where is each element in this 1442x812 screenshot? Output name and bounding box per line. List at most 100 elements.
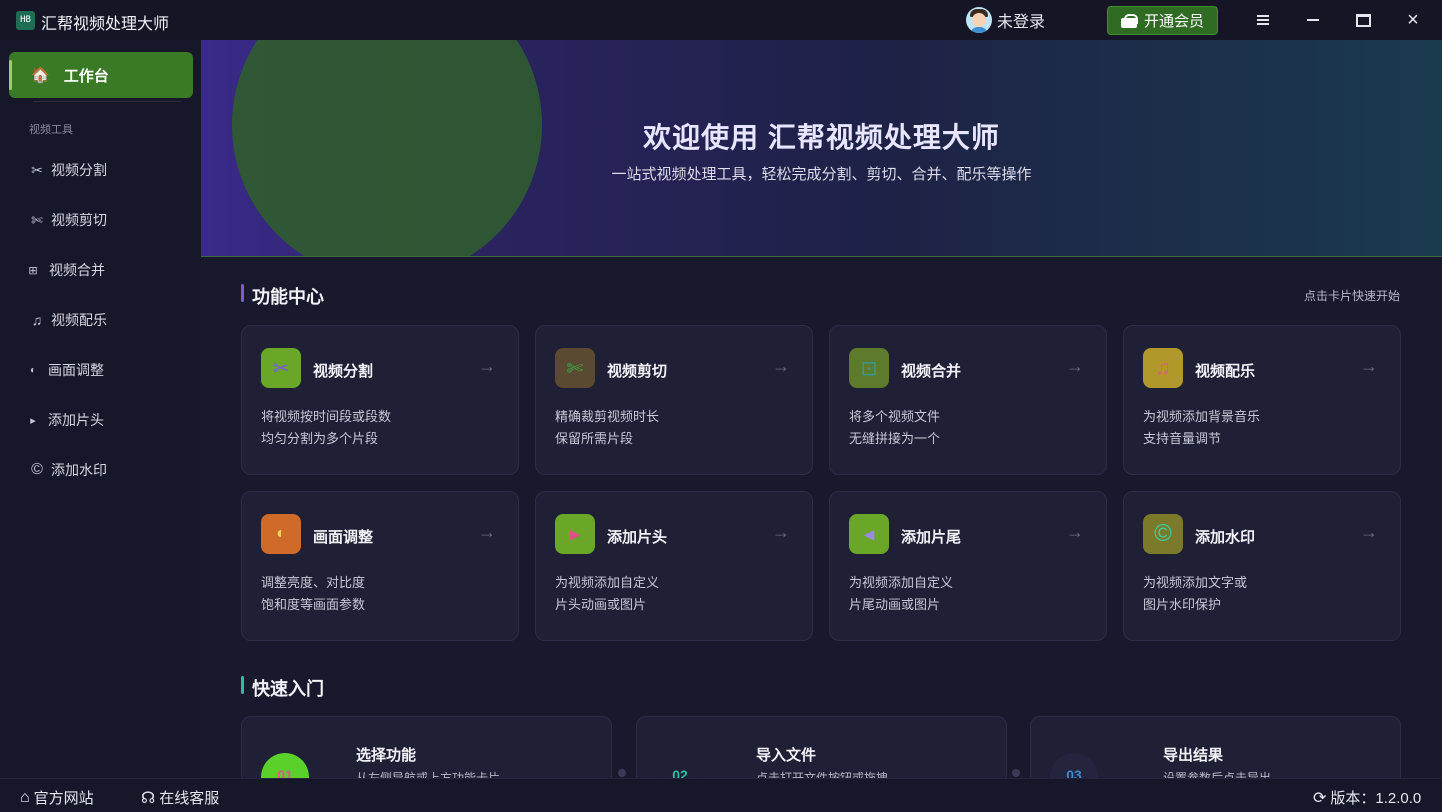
card-title: 视频分割 (313, 363, 374, 380)
rewind-icon: ◀ (849, 514, 889, 554)
sidebar: 🏠 工作台 视频工具 ✂ 视频分割 ✄ 视频剪切 ⊞ 视频合并 ♫ 视频配乐 ◐… (0, 40, 201, 778)
sidebar-item-merge[interactable]: ⊞ 视频合并 (0, 250, 201, 290)
vip-button-label: 开通会员 (1143, 13, 1204, 30)
sidebar-item-label: 视频分割 (51, 162, 107, 178)
feature-card-outro[interactable]: ◀ 添加片尾 → 为视频添加自定义 片尾动画或图片 (829, 491, 1107, 641)
card-description: 将多个视频文件 无缝拼接为一个 (849, 409, 941, 446)
card-description: 为视频添加自定义 片头动画或图片 (555, 575, 660, 612)
home-icon: 🏠 (31, 67, 50, 84)
sidebar-item-adjust[interactable]: ◐ 画面调整 (0, 350, 201, 390)
feature-card-watermark[interactable]: © 添加水印 → 为视频添加文字或 图片水印保护 (1123, 491, 1401, 641)
maximize-button[interactable] (1346, 6, 1380, 34)
sidebar-item-watermark[interactable]: © 添加水印 (0, 450, 201, 490)
arrow-right-icon: → (772, 356, 790, 376)
cut-icon: ✄ (31, 211, 43, 228)
sidebar-item-label: 视频合并 (49, 262, 105, 278)
card-title: 添加片头 (607, 529, 668, 546)
step-number: 03 (1050, 753, 1098, 778)
sidebar-item-label: 工作台 (63, 67, 109, 85)
card-title: 添加水印 (1195, 529, 1256, 546)
vip-icon (1120, 13, 1138, 28)
vip-button[interactable]: 开通会员 (1107, 6, 1218, 35)
version-label: 版本：1.2.0.0 (1330, 790, 1422, 807)
card-description: 为视频添加自定义 片尾动画或图片 (849, 575, 954, 612)
main-content: 欢迎使用 汇帮视频处理大师 一站式视频处理工具，轻松完成分割、剪切、合并、配乐等… (201, 40, 1442, 778)
sidebar-item-split[interactable]: ✂ 视频分割 (0, 150, 201, 190)
user-label[interactable]: 未登录 (997, 8, 1045, 32)
feature-card-intro[interactable]: ▶ 添加片头 → 为视频添加自定义 片头动画或图片 (535, 491, 813, 641)
sidebar-item-label: 画面调整 (48, 362, 104, 378)
avatar-icon[interactable] (966, 7, 992, 33)
copyright-icon: © (1143, 514, 1183, 554)
card-description: 为视频添加背景音乐 支持音量调节 (1143, 409, 1261, 446)
scissors-icon: ✂ (261, 348, 301, 388)
section-accent-bar (241, 676, 244, 694)
step-number: 01 (261, 753, 309, 778)
step-connector (618, 769, 626, 777)
section-accent-bar (241, 284, 244, 302)
sidebar-item-cut[interactable]: ✄ 视频剪切 (0, 200, 201, 240)
title-bar: HB 汇帮视频处理大师 未登录 开通会员 × (0, 0, 1442, 40)
quickstart-title: 快速入门 (252, 679, 324, 699)
sidebar-item-intro[interactable]: ▸ 添加片头 (0, 400, 201, 440)
card-title: 视频合并 (901, 363, 962, 380)
sidebar-item-workbench[interactable]: 🏠 工作台 (9, 52, 193, 98)
step-card-2: 02 导入文件 点击打开文件按钮或拖拽 (636, 716, 1007, 778)
hero-title: 欢迎使用 汇帮视频处理大师 (643, 122, 1000, 153)
card-description: 为视频添加文字或 图片水印保护 (1143, 575, 1248, 612)
arrow-right-icon: → (1066, 356, 1084, 376)
user-login[interactable]: 未登录 (966, 7, 1045, 33)
feature-card-music[interactable]: ♫ 视频配乐 → 为视频添加背景音乐 支持音量调节 (1123, 325, 1401, 475)
sidebar-item-label: 视频配乐 (51, 312, 107, 328)
scissors-icon: ✂ (31, 161, 43, 178)
arrow-right-icon: → (1360, 522, 1378, 542)
card-title: 视频配乐 (1195, 363, 1256, 380)
active-marker (9, 60, 12, 90)
version-info[interactable]: ⟳ 版本：1.2.0.0 (1313, 787, 1421, 808)
step-connector (1012, 769, 1020, 777)
headset-icon: ☊ (141, 789, 156, 807)
arrow-right-icon: → (772, 522, 790, 542)
menu-button[interactable] (1246, 6, 1280, 34)
music-icon: ♫ (1143, 348, 1183, 388)
step-title: 导入文件 (756, 747, 817, 764)
refresh-icon: ⟳ (1313, 789, 1327, 807)
hero-subtitle: 一站式视频处理工具，轻松完成分割、剪切、合并、配乐等操作 (611, 166, 1032, 183)
card-title: 画面调整 (313, 529, 374, 546)
arrow-right-icon: → (1360, 356, 1378, 376)
arrow-right-icon: → (478, 356, 496, 376)
maximize-icon (1355, 13, 1371, 27)
card-title: 添加片尾 (901, 529, 962, 546)
card-description: 调整亮度、对比度 饱和度等画面参数 (261, 575, 366, 612)
step-description: 设置参数后点击导出 (1163, 771, 1272, 778)
step-description: 从左侧导航或上方功能卡片 (356, 771, 501, 778)
website-link[interactable]: ⌂ 官方网站 (20, 787, 94, 808)
feature-card-merge[interactable]: ⊡ 视频合并 → 将多个视频文件 无缝拼接为一个 (829, 325, 1107, 475)
step-card-1: 01 选择功能 从左侧导航或上方功能卡片 (241, 716, 612, 778)
feature-card-cut[interactable]: ✄ 视频剪切 → 精确裁剪视频时长 保留所需片段 (535, 325, 813, 475)
features-title: 功能中心 (252, 287, 324, 307)
feature-card-split[interactable]: ✂ 视频分割 → 将视频按时间段或段数 均匀分割为多个片段 (241, 325, 519, 475)
menu-icon (1257, 15, 1269, 25)
cut-icon: ✄ (555, 348, 595, 388)
sidebar-item-music[interactable]: ♫ 视频配乐 (0, 300, 201, 340)
feature-card-adjust[interactable]: ◐ 画面调整 → 调整亮度、对比度 饱和度等画面参数 (241, 491, 519, 641)
card-description: 精确裁剪视频时长 保留所需片段 (555, 409, 660, 446)
app-logo-icon: HB (16, 11, 35, 30)
card-title: 视频剪切 (607, 363, 668, 380)
copyright-icon: © (31, 461, 43, 478)
support-link[interactable]: ☊ 在线客服 (141, 787, 219, 808)
close-button[interactable]: × (1396, 6, 1430, 34)
play-icon: ▶ (555, 514, 595, 554)
home-icon: ⌂ (20, 788, 30, 806)
sidebar-item-label: 添加水印 (51, 462, 107, 478)
website-label: 官方网站 (33, 790, 94, 807)
sidebar-item-label: 视频剪切 (51, 212, 107, 228)
step-number: 02 (656, 753, 704, 778)
features-hint: 点击卡片快速开始 (1304, 289, 1401, 303)
status-bar: ⌂ 官方网站 ☊ 在线客服 ⟳ 版本：1.2.0.0 (0, 778, 1442, 812)
close-icon: × (1407, 9, 1419, 31)
step-description: 点击打开文件按钮或拖拽 (756, 771, 889, 778)
step-title: 选择功能 (356, 747, 417, 764)
minimize-button[interactable] (1296, 6, 1330, 34)
